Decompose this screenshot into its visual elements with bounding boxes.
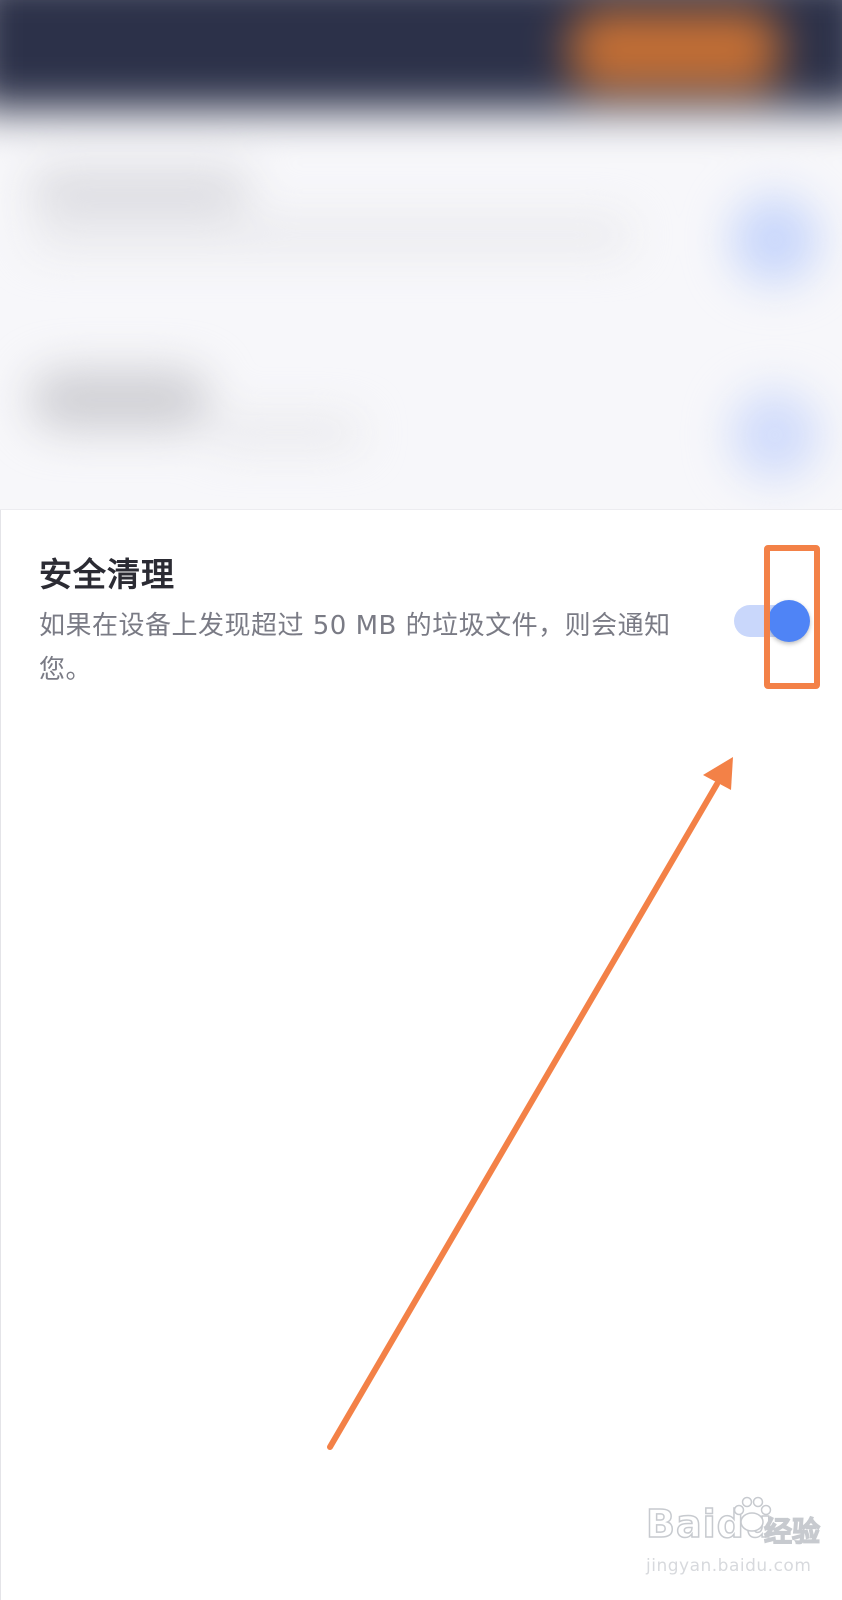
blurred-setting-description [30,220,630,250]
blurred-toggle [730,195,820,285]
section-divider [0,509,842,510]
blurred-region [0,0,842,510]
watermark-brand-text: 经验 [763,1514,821,1548]
blurred-toggle-2 [730,390,820,480]
annotation-highlight-box [764,545,820,689]
page-edge-line [0,510,1,1600]
blurred-setting-description-2 [210,420,360,445]
blurred-setting-title-2 [30,370,210,430]
blurred-setting-title [30,170,250,210]
blurred-content [0,0,842,510]
baidu-jingyan-watermark: Baidu 经验 jingyan.baidu.com [645,1496,836,1592]
blurred-orange-button [570,10,780,90]
setting-title: 安全清理 [39,555,175,594]
watermark-url: jingyan.baidu.com [646,1556,812,1576]
setting-description: 如果在设备上发现超过 50 MB 的垃圾文件，则会通知您。 [39,611,671,685]
